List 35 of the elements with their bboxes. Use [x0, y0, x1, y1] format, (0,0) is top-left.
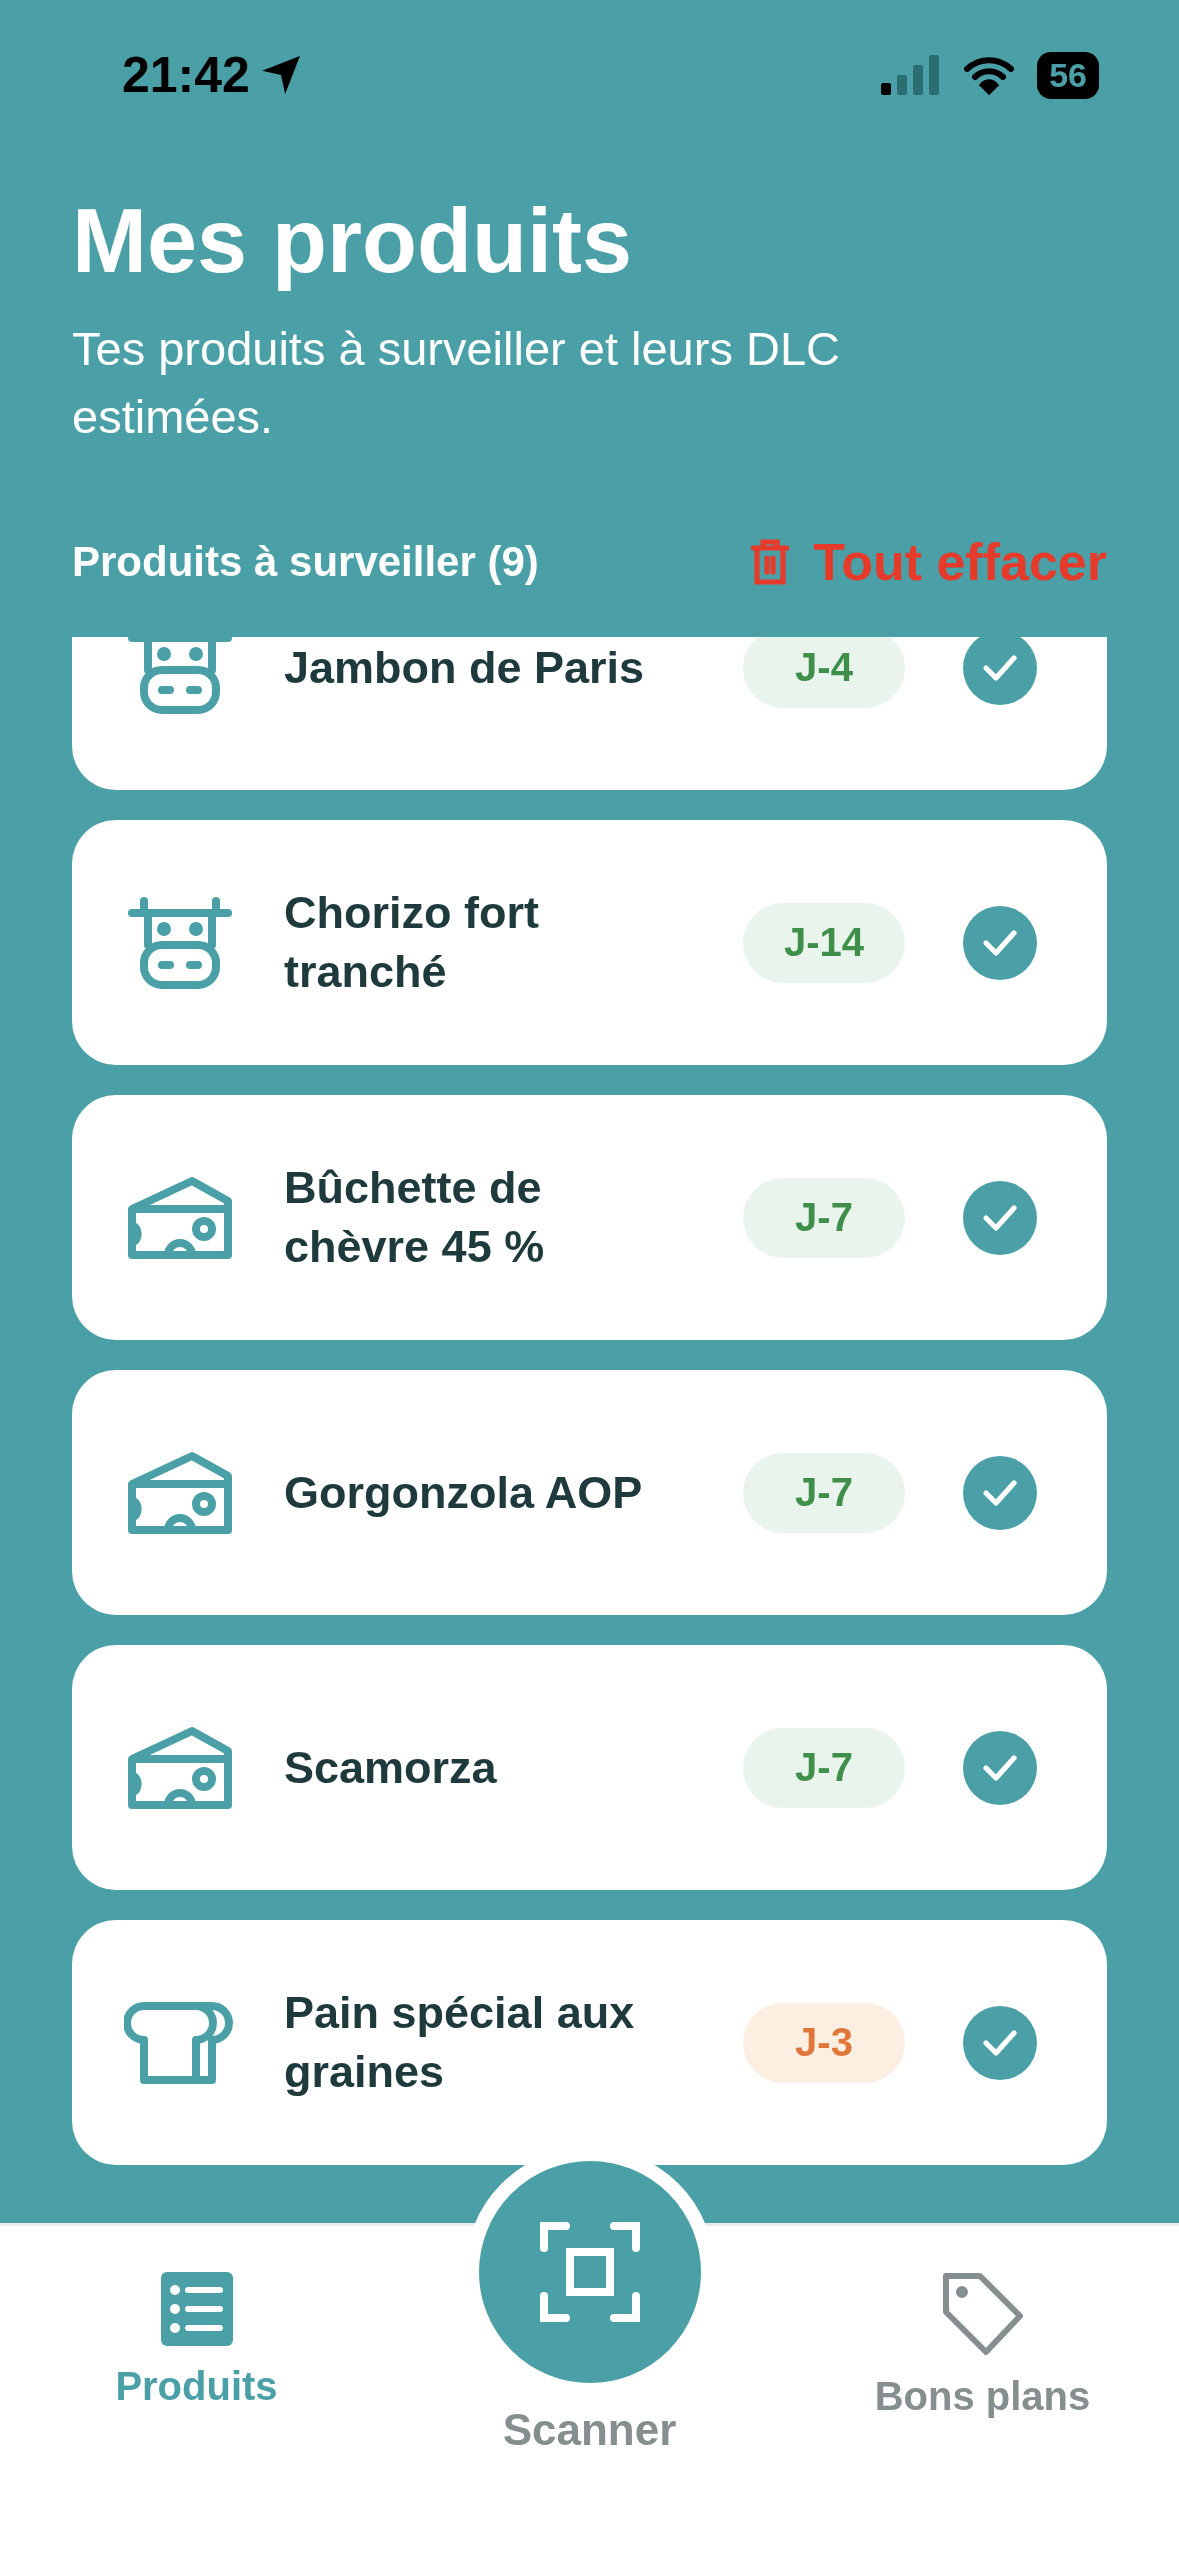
product-card[interactable]: Chorizo fort tranché J-14 — [72, 820, 1107, 1066]
product-card[interactable]: Pain spécial aux graines J-3 — [72, 1920, 1107, 2166]
product-card[interactable]: Gorgonzola AOP J-7 — [72, 1370, 1107, 1616]
product-name: Chorizo fort tranché — [284, 886, 540, 999]
scan-frame-icon — [539, 2222, 640, 2322]
expiry-badge: J-7 — [743, 1452, 905, 1533]
product-name: Pain spécial aux graines — [284, 1986, 636, 2099]
section-title: Produits à surveiller (9) — [72, 538, 539, 587]
check-icon — [982, 2028, 1018, 2057]
list-icon — [160, 2272, 233, 2346]
page-title: Mes produits — [72, 190, 634, 293]
product-name: Jambon de Paris — [284, 640, 646, 695]
product-card[interactable]: Jambon de Paris J-4 — [72, 637, 1107, 791]
check-icon — [982, 1753, 1018, 1782]
expiry-badge: J-3 — [743, 2002, 905, 2083]
product-card[interactable]: Bûchette de chèvre 45 % J-7 — [72, 1095, 1107, 1341]
signal-icon — [881, 55, 942, 95]
check-icon — [982, 653, 1018, 682]
clock-time: 21:42 — [122, 46, 250, 104]
check-icon — [982, 1478, 1018, 1507]
check-icon — [982, 1203, 1018, 1232]
expiry-badge: J-7 — [743, 1177, 905, 1258]
check-icon — [982, 928, 1018, 957]
tag-icon — [941, 2272, 1024, 2356]
expiry-badge: J-14 — [743, 902, 905, 983]
battery-indicator: 56 — [1037, 51, 1099, 99]
product-name: Scamorza — [284, 1740, 498, 1795]
page-subtitle: Tes produits à surveiller et leurs DLC estimées. — [72, 321, 841, 446]
product-name: Gorgonzola AOP — [284, 1465, 644, 1520]
expiry-badge: J-7 — [743, 1727, 905, 1808]
product-card[interactable]: Scamorza J-7 — [72, 1645, 1107, 1891]
trash-icon — [751, 538, 790, 587]
expiry-badge: J-4 — [743, 637, 905, 708]
product-name: Bûchette de chèvre 45 % — [284, 1161, 546, 1274]
wifi-icon — [963, 55, 1016, 95]
